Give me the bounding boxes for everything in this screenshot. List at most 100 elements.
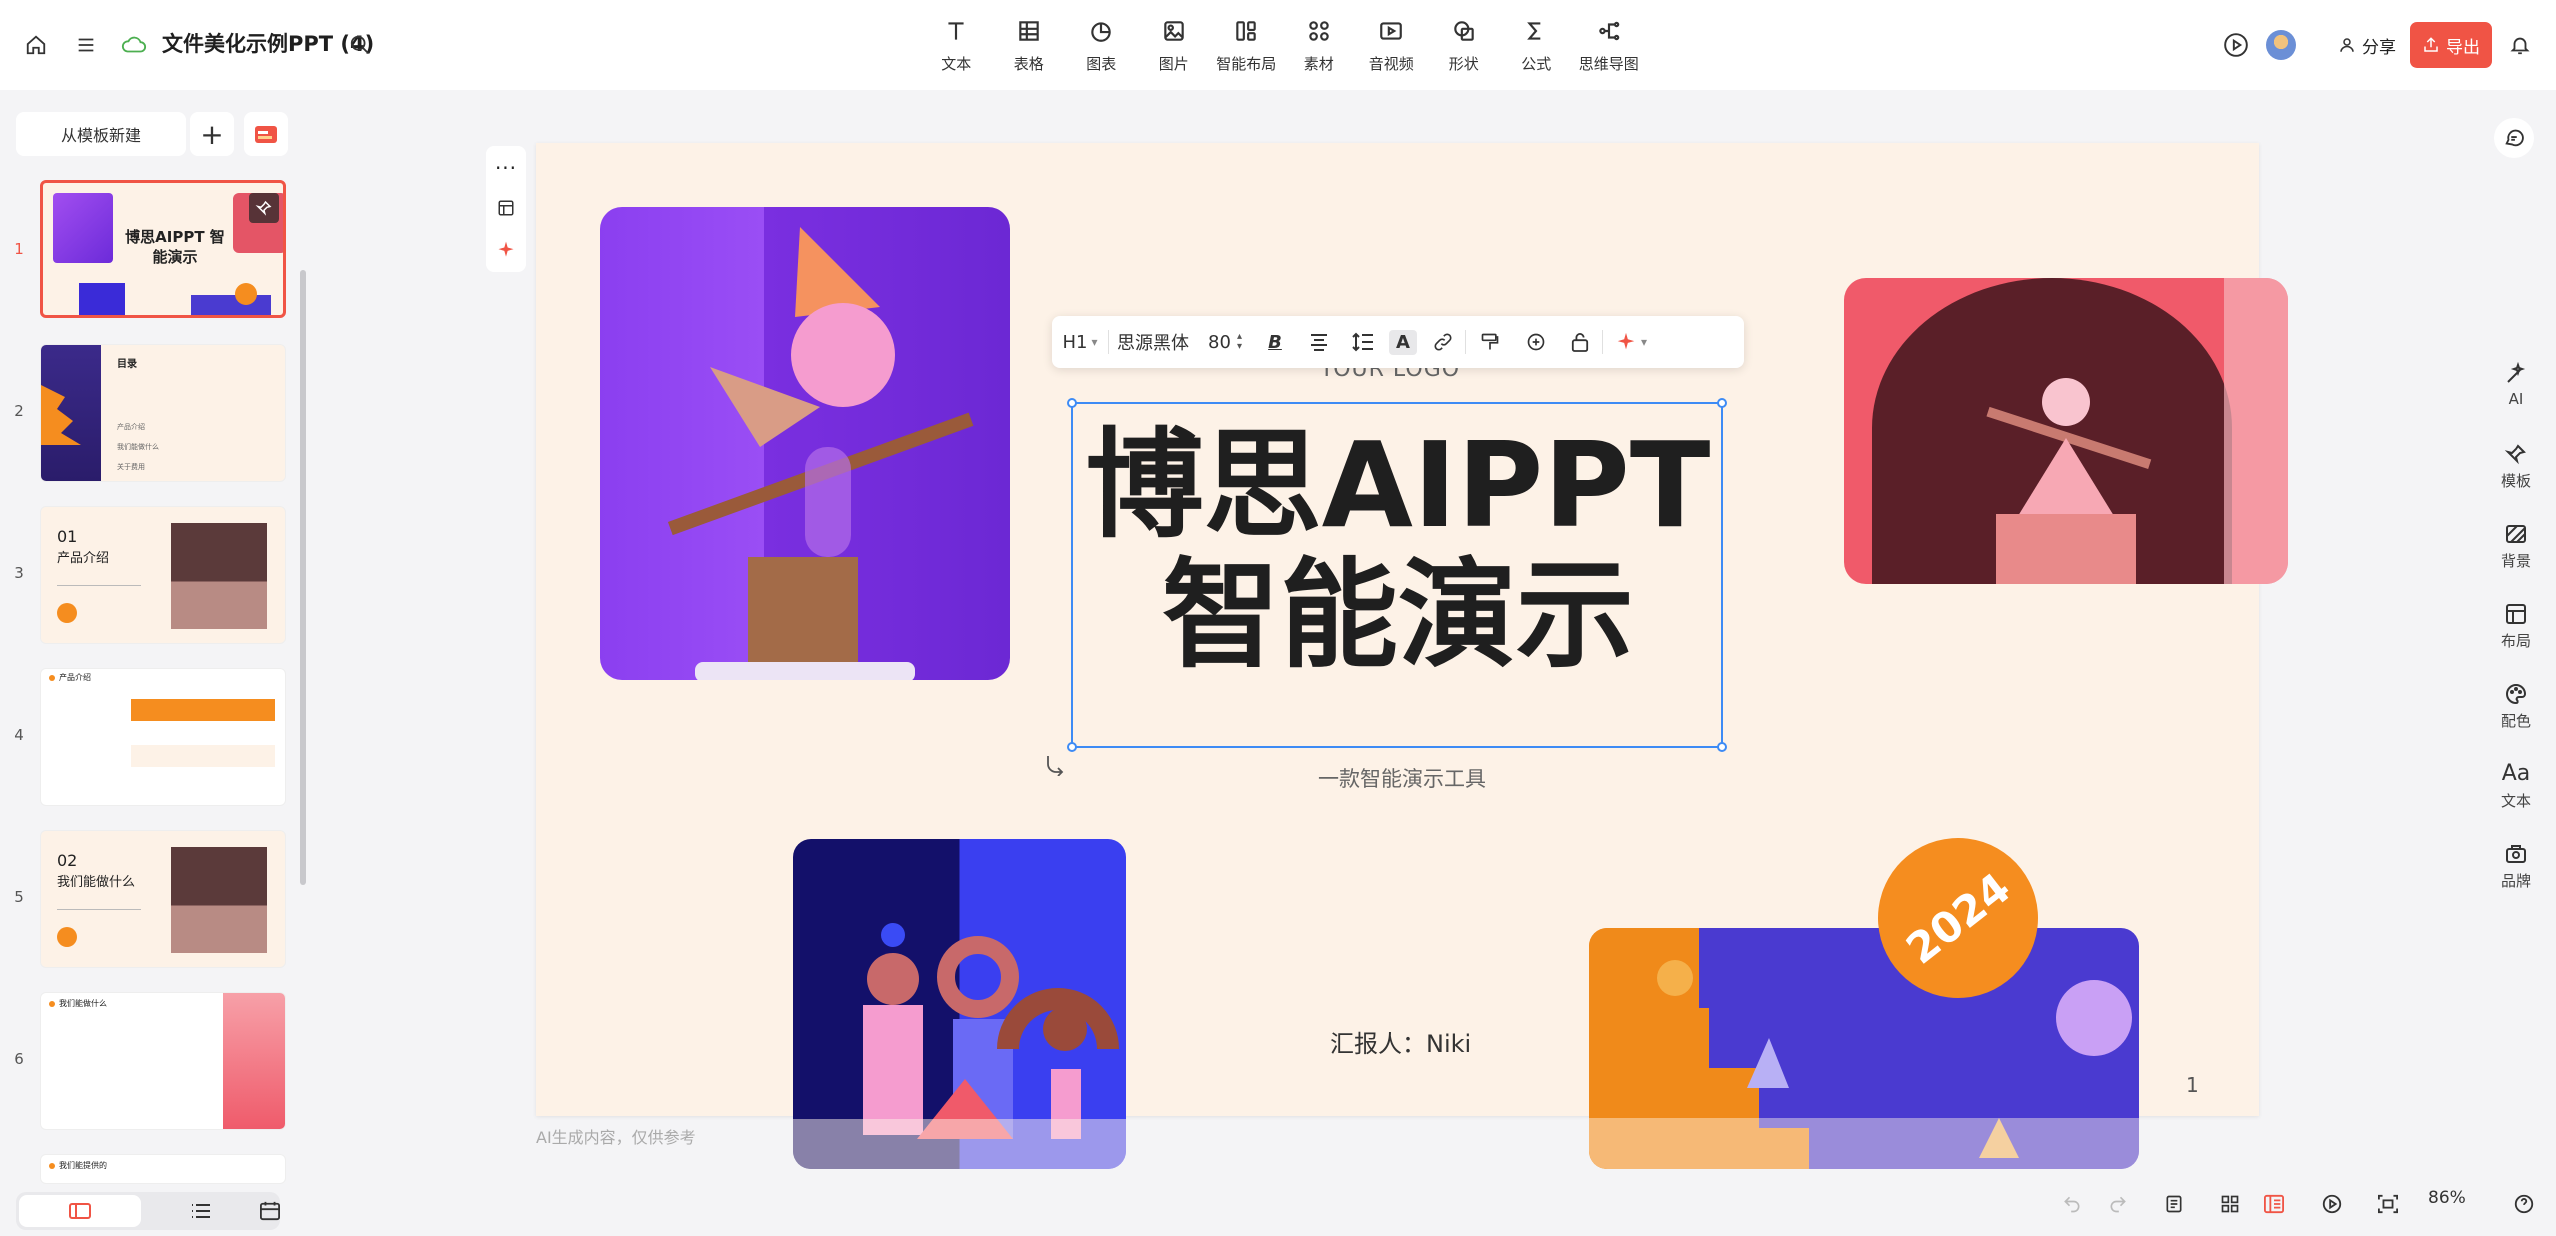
slide-thumbnail-7[interactable]: 我们能提供的 xyxy=(40,1154,286,1184)
slide-number: 3 xyxy=(14,564,24,582)
notes-icon[interactable] xyxy=(2154,1184,2194,1224)
tool-table[interactable]: 表格 xyxy=(993,18,1066,74)
search-icon[interactable] xyxy=(340,25,380,65)
video-icon xyxy=(1380,22,1403,40)
user-icon xyxy=(2340,38,2354,52)
sidebar-scrollbar[interactable] xyxy=(300,270,306,885)
slide-sidebar: 从模板新建 + 1 博思AIPPT 智能演示 2 目录 产品介绍 我们能做什么 … xyxy=(0,90,312,1236)
calendar-icon[interactable] xyxy=(250,1191,290,1231)
rail-background[interactable]: 背景 xyxy=(2476,522,2556,571)
export-button[interactable]: 导出 xyxy=(2410,22,2492,68)
formula-icon xyxy=(1527,22,1541,40)
resize-handle[interactable] xyxy=(1067,398,1077,408)
bold-icon[interactable]: B xyxy=(1253,316,1297,368)
heading-select[interactable]: H1 ▾ xyxy=(1052,316,1108,368)
font-family-select[interactable]: 思源黑体 xyxy=(1109,316,1197,368)
rail-layout[interactable]: 布局 xyxy=(2476,602,2556,651)
image-icon xyxy=(1164,21,1184,41)
font-size-stepper[interactable]: 80 ▴ ▾ xyxy=(1197,316,1253,368)
pin-icon[interactable] xyxy=(249,193,279,223)
tool-chart[interactable]: 图表 xyxy=(1065,18,1138,74)
tool-image[interactable]: 图片 xyxy=(1138,18,1211,74)
rail-template[interactable]: 模板 xyxy=(2476,442,2556,491)
rail-palette[interactable]: 配色 xyxy=(2476,682,2556,731)
align-center-icon[interactable] xyxy=(1297,316,1341,368)
thumbnail-view-button[interactable] xyxy=(19,1195,141,1227)
rail-ai[interactable]: AI xyxy=(2476,362,2556,408)
slide-thumbnail-5[interactable]: 02 我们能做什么 xyxy=(40,830,286,968)
thumb-title: 我们能提供的 xyxy=(59,1161,107,1170)
slide-thumbnail-1[interactable]: 博思AIPPT 智能演示 xyxy=(40,180,286,318)
bell-icon[interactable] xyxy=(2500,25,2540,65)
link-icon[interactable] xyxy=(1421,316,1465,368)
thumb-image xyxy=(79,283,125,315)
thumb-title: 02 xyxy=(57,851,78,870)
ai-rewrite-menu[interactable]: ▾ xyxy=(1603,316,1659,368)
slide-title-line-2: 智能演示 xyxy=(1161,546,1634,684)
shape-icon xyxy=(1454,21,1474,41)
present-icon[interactable] xyxy=(2312,1184,2352,1224)
slide-thumbnail-2[interactable]: 目录 产品介绍 我们能做什么 关于费用 xyxy=(40,344,286,482)
text-format-toolbar: H1 ▾ 思源黑体 80 ▴ ▾ B A ▾ xyxy=(1052,316,1744,368)
new-from-template-button[interactable]: 从模板新建 xyxy=(16,112,186,156)
slide-thumbnail-4[interactable]: 产品介绍 xyxy=(40,668,286,806)
format-painter-icon[interactable] xyxy=(1466,316,1514,368)
zoom-level[interactable]: 86% xyxy=(2428,1188,2466,1208)
slide-subtitle[interactable]: 一款智能演示工具 xyxy=(1318,763,1486,793)
redo-icon[interactable] xyxy=(2098,1184,2138,1224)
fit-screen-icon[interactable] xyxy=(2368,1184,2408,1224)
slide-image-stairs[interactable] xyxy=(1589,928,2139,1169)
slide-number: 6 xyxy=(14,1050,24,1068)
rotate-handle-icon[interactable] xyxy=(1044,752,1068,780)
slide-image-shapes[interactable] xyxy=(793,839,1126,1169)
thumb-divider xyxy=(57,585,141,586)
resize-handle[interactable] xyxy=(1717,398,1727,408)
outline-view-button[interactable] xyxy=(140,1195,262,1227)
brand-icon xyxy=(2506,845,2526,863)
ai-sparkle-icon xyxy=(1617,332,1635,350)
text-icon xyxy=(948,22,964,40)
rail-text-style[interactable]: Aa 文本 xyxy=(2476,762,2556,811)
slide-title[interactable]: 博思AIPPT 智能演示 xyxy=(1074,420,1722,680)
grid-view-icon[interactable] xyxy=(2210,1184,2250,1224)
normal-view-icon[interactable] xyxy=(2254,1184,2294,1224)
more-icon[interactable]: ··· xyxy=(486,148,526,188)
unlock-icon[interactable] xyxy=(1558,316,1602,368)
tool-mindmap[interactable]: 思维导图 xyxy=(1573,18,1646,74)
font-color-icon[interactable]: A xyxy=(1385,316,1421,368)
slide-thumbnail-6[interactable]: 我们能做什么 xyxy=(40,992,286,1130)
share-label: 分享 xyxy=(2362,37,2396,58)
slide-thumbnail-3[interactable]: 01 产品介绍 xyxy=(40,506,286,644)
comment-add-icon[interactable] xyxy=(1514,316,1558,368)
slide-reporter[interactable]: 汇报人：Niki xyxy=(1330,1024,1471,1059)
slide-image-arch[interactable] xyxy=(1844,278,2288,584)
table-icon xyxy=(1019,21,1039,41)
tool-smart-layout[interactable]: 智能布局 xyxy=(1210,18,1283,74)
line-spacing-icon[interactable] xyxy=(1341,316,1385,368)
thumb-image xyxy=(171,847,267,953)
menu-icon[interactable] xyxy=(66,25,106,65)
resize-handle[interactable] xyxy=(1067,742,1077,752)
tool-material[interactable]: 素材 xyxy=(1283,18,1356,74)
rail-brand[interactable]: 品牌 xyxy=(2476,842,2556,891)
layout-panel-icon[interactable] xyxy=(486,188,526,228)
play-icon[interactable] xyxy=(2216,25,2256,65)
resize-handle[interactable] xyxy=(1717,742,1727,752)
ai-sparkle-icon[interactable] xyxy=(486,230,526,270)
tool-formula[interactable]: 公式 xyxy=(1500,18,1573,74)
share-button[interactable]: 分享 xyxy=(2314,24,2420,66)
tool-video[interactable]: 音视频 xyxy=(1355,18,1428,74)
user-avatar[interactable] xyxy=(2266,30,2296,60)
tool-text[interactable]: 文本 xyxy=(920,18,993,74)
home-icon[interactable] xyxy=(16,25,56,65)
thumb-title: 我们能做什么 xyxy=(59,999,107,1008)
thumb-image xyxy=(171,523,267,629)
help-icon[interactable] xyxy=(2504,1184,2544,1224)
top-bar: 文件美化示例PPT (4) 文本 表格 图表 图片 智能布局 素材 音视频 形状… xyxy=(0,0,2556,90)
thumb-badge xyxy=(57,603,77,623)
tool-shape[interactable]: 形状 xyxy=(1428,18,1501,74)
add-slide-button[interactable]: + xyxy=(190,112,234,156)
ai-generate-button[interactable] xyxy=(244,112,288,156)
slide-image-balance[interactable] xyxy=(600,207,1010,680)
undo-icon[interactable] xyxy=(2052,1184,2092,1224)
